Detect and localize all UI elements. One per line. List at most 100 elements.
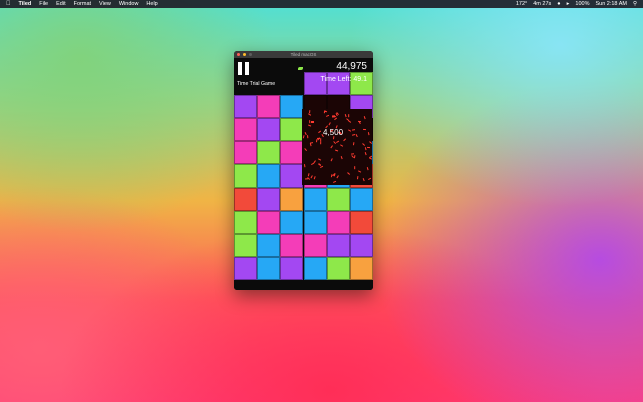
tile[interactable] <box>303 210 327 234</box>
game-mode-label: Time Trial Game <box>237 81 276 87</box>
confetti-piece <box>367 176 371 180</box>
tile[interactable] <box>257 257 281 281</box>
confetti-piece <box>363 115 366 120</box>
menu-file[interactable]: File <box>39 0 48 8</box>
confetti-piece <box>340 156 343 160</box>
confetti-piece <box>303 164 305 168</box>
status-battery[interactable]: 100% <box>575 0 589 8</box>
tile[interactable] <box>326 210 350 234</box>
tile[interactable] <box>280 257 304 281</box>
confetti-piece <box>352 128 356 131</box>
confetti-piece <box>324 110 328 113</box>
tile[interactable] <box>257 187 281 211</box>
menu-window[interactable]: Window <box>119 0 139 8</box>
minimize-icon[interactable] <box>243 53 246 56</box>
tile[interactable] <box>280 94 304 118</box>
confetti-piece <box>335 150 339 153</box>
zoom-icon[interactable] <box>249 53 252 56</box>
menu-format[interactable]: Format <box>74 0 91 8</box>
menu-edit[interactable]: Edit <box>56 0 65 8</box>
status-timer[interactable]: 4m 27s <box>533 0 551 8</box>
tile[interactable] <box>303 234 327 258</box>
tile[interactable] <box>234 141 258 165</box>
tile[interactable] <box>257 164 281 188</box>
confetti-piece <box>330 144 334 149</box>
tile[interactable] <box>234 118 258 142</box>
confetti-piece <box>362 143 366 147</box>
confetti-piece <box>347 129 351 132</box>
tile[interactable] <box>349 210 373 234</box>
apple-icon[interactable]:  <box>6 0 11 8</box>
tile[interactable] <box>257 234 281 258</box>
confetti-piece <box>310 162 314 165</box>
confetti-piece <box>331 114 335 117</box>
confetti-piece <box>307 173 310 177</box>
game-board[interactable]: 44,975 Time Left: 49.1 Time Trial Game 4… <box>234 58 373 290</box>
confetti-piece <box>356 175 358 179</box>
tile[interactable] <box>257 141 281 165</box>
confetti-piece <box>330 158 333 162</box>
leaf-icon <box>298 67 303 70</box>
tile[interactable] <box>234 164 258 188</box>
window-title: Tiled macOS <box>290 52 317 57</box>
search-icon[interactable]: ⚲ <box>633 0 637 8</box>
confetti-piece <box>346 172 350 176</box>
score-value: 44,975 <box>336 61 367 72</box>
tile[interactable] <box>234 94 258 118</box>
menu-app-name[interactable]: Tiled <box>19 0 32 8</box>
confetti-piece <box>351 152 355 155</box>
wifi-icon[interactable]: ● <box>557 0 560 8</box>
menu-help[interactable]: Help <box>146 0 157 8</box>
tile[interactable] <box>280 234 304 258</box>
confetti-piece <box>353 166 356 170</box>
tile[interactable] <box>349 234 373 258</box>
volume-icon[interactable]: ▸ <box>567 0 570 8</box>
status-clock[interactable]: Sun 2:18 AM <box>595 0 627 8</box>
game-window: Tiled macOS 44,975 Time Left: 49.1 Time … <box>234 51 373 290</box>
confetti-piece <box>313 176 316 180</box>
tile[interactable] <box>280 164 304 188</box>
tile[interactable] <box>326 187 350 211</box>
confetti-piece <box>366 167 369 171</box>
confetti-piece <box>364 152 367 156</box>
time-left-label: Time Left: <box>320 76 352 83</box>
tile[interactable] <box>303 187 327 211</box>
tile[interactable] <box>280 210 304 234</box>
tile[interactable] <box>349 257 373 281</box>
time-left: Time Left: 49.1 <box>321 76 367 83</box>
tile[interactable] <box>326 234 350 258</box>
confetti-piece <box>367 132 370 136</box>
tile[interactable] <box>257 94 281 118</box>
confetti-piece <box>347 120 352 124</box>
tile[interactable] <box>303 257 327 281</box>
status-temp[interactable]: 172° <box>516 0 527 8</box>
confetti-piece <box>328 121 332 125</box>
tile[interactable] <box>234 234 258 258</box>
tile[interactable] <box>257 118 281 142</box>
confetti-piece <box>303 147 307 152</box>
menu-view[interactable]: View <box>99 0 111 8</box>
tile[interactable] <box>257 210 281 234</box>
confetti-piece <box>308 120 311 124</box>
tile[interactable] <box>234 257 258 281</box>
confetti-piece <box>347 113 349 117</box>
menu-bar:  Tiled File Edit Format View Window Hel… <box>0 0 643 8</box>
confetti-piece <box>368 141 372 145</box>
confetti-piece <box>342 137 347 141</box>
confetti-piece <box>362 178 366 182</box>
confetti-piece <box>307 124 311 127</box>
tile[interactable] <box>349 187 373 211</box>
tile[interactable] <box>280 187 304 211</box>
confetti-piece <box>326 114 330 117</box>
tile[interactable] <box>280 118 304 142</box>
tile[interactable] <box>234 187 258 211</box>
tile[interactable] <box>280 141 304 165</box>
confetti-piece <box>353 141 355 146</box>
window-titlebar: Tiled macOS <box>234 51 373 58</box>
close-icon[interactable] <box>237 53 240 56</box>
pause-button[interactable] <box>237 62 251 75</box>
time-left-value: 49.1 <box>353 76 367 83</box>
confetti-piece <box>306 135 308 139</box>
tile[interactable] <box>234 210 258 234</box>
tile[interactable] <box>326 257 350 281</box>
